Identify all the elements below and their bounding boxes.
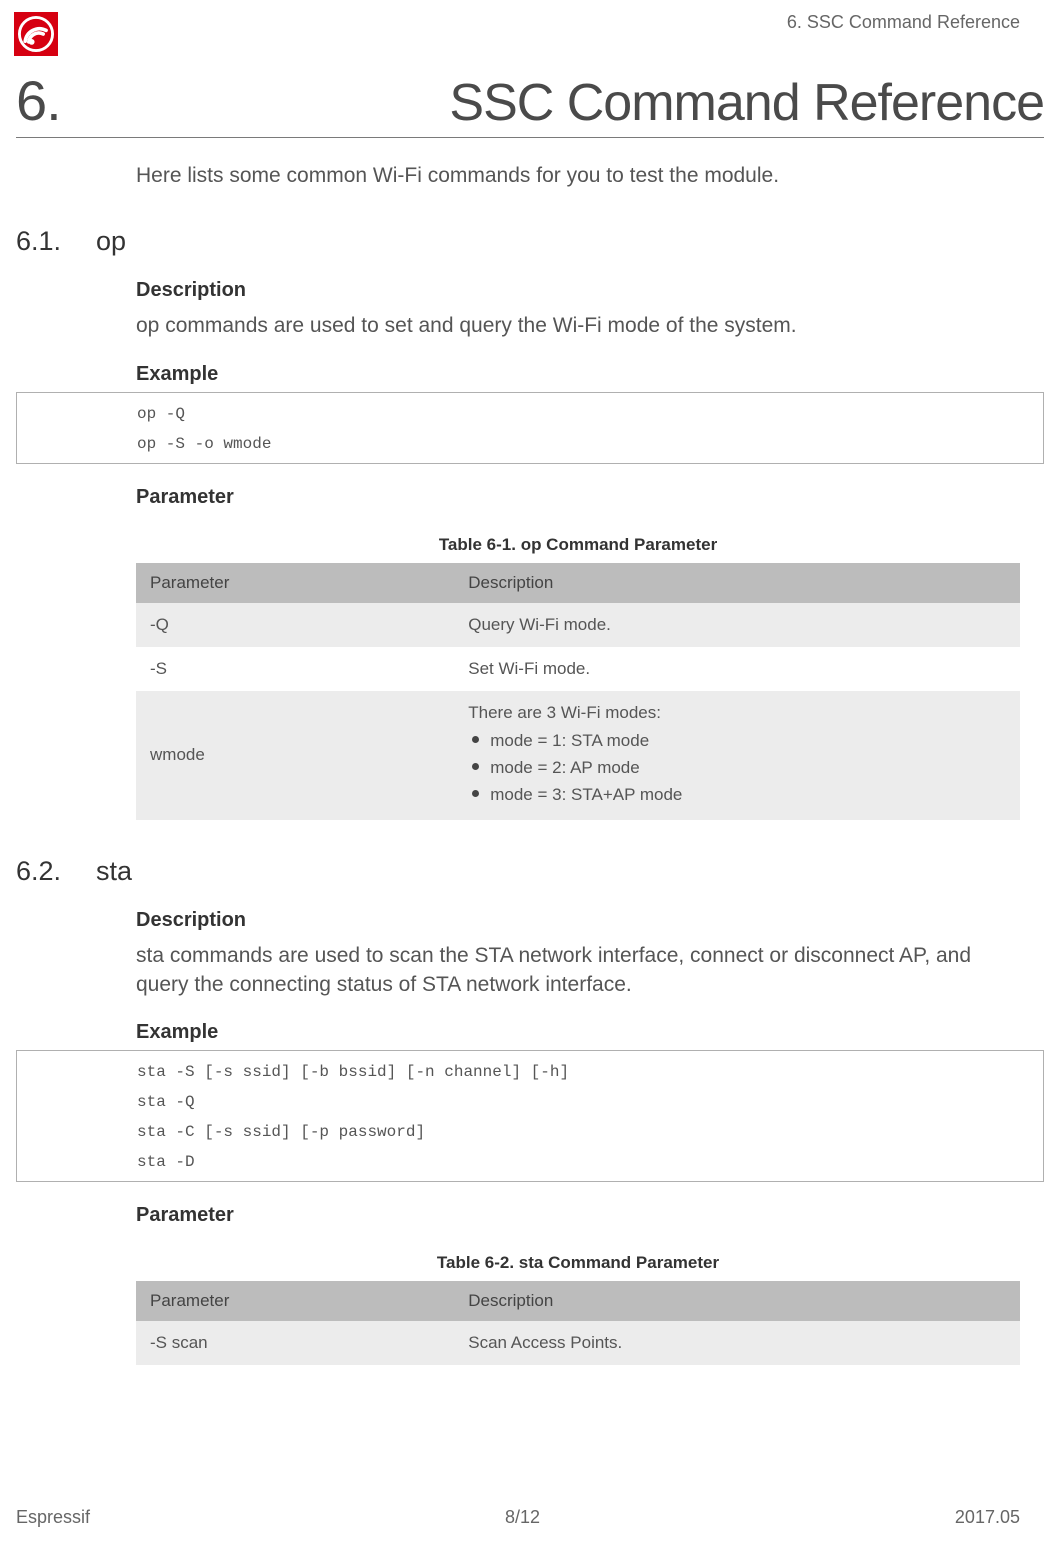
td-description: Scan Access Points. xyxy=(454,1321,1020,1365)
wmode-lead: There are 3 Wi-Fi modes: xyxy=(468,703,1006,727)
table-header-row: Parameter Description xyxy=(136,1281,1020,1321)
description-text: op commands are used to set and query th… xyxy=(136,312,1020,340)
footer-left: Espressif xyxy=(16,1507,90,1528)
th-parameter: Parameter xyxy=(136,563,454,603)
td-description: Query Wi-Fi mode. xyxy=(454,603,1020,647)
table-caption: Table 6-1. op Command Parameter xyxy=(136,535,1020,555)
table-row: -Q Query Wi-Fi mode. xyxy=(136,603,1020,647)
description-text: sta commands are used to scan the STA ne… xyxy=(136,942,1020,999)
code-line: sta -D xyxy=(137,1147,1043,1177)
parameter-heading: Parameter xyxy=(136,486,1020,509)
section-name: op xyxy=(96,226,126,257)
td-description: There are 3 Wi-Fi modes: mode = 1: STA m… xyxy=(454,691,1020,821)
list-item: mode = 1: STA mode xyxy=(468,727,1006,754)
section-heading-op: 6.1. op xyxy=(16,226,1044,257)
example-heading: Example xyxy=(136,363,1020,386)
td-description: Set Wi-Fi mode. xyxy=(454,647,1020,691)
table-header-row: Parameter Description xyxy=(136,563,1020,603)
list-item: mode = 2: AP mode xyxy=(468,754,1006,781)
th-description: Description xyxy=(454,563,1020,603)
espressif-logo-icon xyxy=(14,12,58,56)
topbar: 6. SSC Command Reference xyxy=(0,0,1060,56)
section-number: 6.2. xyxy=(16,856,74,887)
description-heading: Description xyxy=(136,279,1020,302)
table-row: -S scan Scan Access Points. xyxy=(136,1321,1020,1365)
example-code-sta: sta -S [-s ssid] [-b bssid] [-n channel]… xyxy=(16,1050,1044,1182)
code-line: op -Q xyxy=(137,399,1043,429)
section-name: sta xyxy=(96,856,132,887)
logo-swirl-icon xyxy=(18,16,54,52)
section-heading-sta: 6.2. sta xyxy=(16,856,1044,887)
table-caption: Table 6-2. sta Command Parameter xyxy=(136,1253,1020,1273)
chapter-intro: Here lists some common Wi-Fi commands fo… xyxy=(136,162,1044,190)
parameter-heading: Parameter xyxy=(136,1204,1020,1227)
th-description: Description xyxy=(454,1281,1020,1321)
section-number: 6.1. xyxy=(16,226,74,257)
td-parameter: -Q xyxy=(136,603,454,647)
table-row: wmode There are 3 Wi-Fi modes: mode = 1:… xyxy=(136,691,1020,821)
page-footer: Espressif 8/12 2017.05 xyxy=(0,1507,1060,1528)
example-code-op: op -Q op -S -o wmode xyxy=(16,392,1044,464)
list-item: mode = 3: STA+AP mode xyxy=(468,781,1006,808)
footer-date: 2017.05 xyxy=(955,1507,1020,1528)
code-line: sta -S [-s ssid] [-b bssid] [-n channel]… xyxy=(137,1057,1043,1087)
op-parameter-table: Parameter Description -Q Query Wi-Fi mod… xyxy=(136,563,1020,821)
code-line: sta -Q xyxy=(137,1087,1043,1117)
running-head: 6. SSC Command Reference xyxy=(787,12,1020,33)
td-parameter: -S scan xyxy=(136,1321,454,1365)
code-line: op -S -o wmode xyxy=(137,429,1043,459)
td-parameter: -S xyxy=(136,647,454,691)
code-line: sta -C [-s ssid] [-p password] xyxy=(137,1117,1043,1147)
footer-page-number: 8/12 xyxy=(505,1507,540,1528)
example-heading: Example xyxy=(136,1021,1020,1044)
table-row: -S Set Wi-Fi mode. xyxy=(136,647,1020,691)
description-heading: Description xyxy=(136,909,1020,932)
td-parameter: wmode xyxy=(136,691,454,821)
chapter-title: SSC Command Reference xyxy=(449,73,1044,133)
th-parameter: Parameter xyxy=(136,1281,454,1321)
wmode-list: mode = 1: STA mode mode = 2: AP mode mod… xyxy=(468,727,1006,809)
chapter-heading: 6. SSC Command Reference xyxy=(16,68,1044,138)
sta-parameter-table: Parameter Description -S scan Scan Acces… xyxy=(136,1281,1020,1365)
chapter-number: 6. xyxy=(16,68,61,133)
